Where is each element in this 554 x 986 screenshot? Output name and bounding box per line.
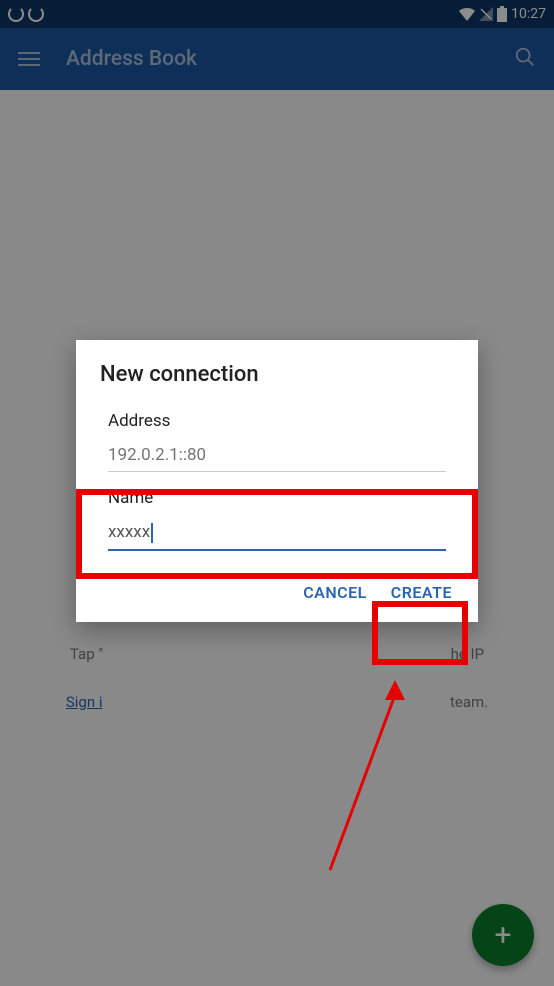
dialog-title: New connection	[76, 362, 478, 399]
address-input[interactable]	[108, 441, 446, 472]
cancel-button[interactable]: CANCEL	[303, 583, 367, 602]
address-label: Address	[108, 411, 446, 431]
new-connection-dialog: New connection Address Name xxxxx CANCEL…	[76, 340, 478, 622]
create-button[interactable]: CREATE	[391, 583, 452, 602]
text-cursor	[151, 523, 153, 543]
name-field-group: Name xxxxx	[76, 476, 478, 555]
name-input-value: xxxxx	[108, 522, 150, 542]
dialog-actions: CANCEL CREATE	[76, 555, 478, 622]
name-input[interactable]: xxxxx	[108, 518, 446, 551]
name-label: Name	[108, 488, 446, 508]
address-field-group: Address	[76, 399, 478, 476]
